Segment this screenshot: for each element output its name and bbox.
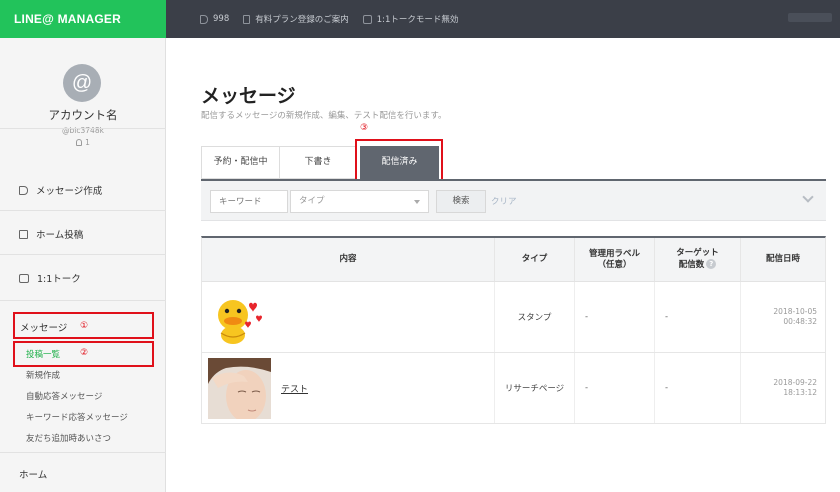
- sidebar-divider: [0, 128, 166, 129]
- expand-chevron-icon[interactable]: [802, 191, 814, 203]
- sidebar-item-label: 1:1トーク: [37, 274, 81, 285]
- sidebar-item-label: ホーム投稿: [36, 230, 84, 241]
- annotation-box-message: [13, 312, 154, 339]
- table-row[interactable]: テスト リサーチページ - - 2018-09-22 18:13:12: [202, 353, 825, 424]
- friend-count-value: 1: [85, 138, 90, 147]
- speaker-icon: [19, 185, 28, 195]
- annotation-box-post-list: [13, 341, 154, 367]
- document-icon: [243, 14, 251, 24]
- paid-plan-link[interactable]: 有料プラン登録のご案内: [243, 13, 349, 25]
- help-icon[interactable]: ?: [706, 259, 717, 269]
- content-title-link[interactable]: テスト: [281, 382, 308, 395]
- target-cell: -: [654, 282, 740, 352]
- column-header-label-line2: （任意）: [597, 259, 632, 270]
- chat-icon: [362, 14, 372, 24]
- sidebar: @ アカウント名 @bic3748k 1 メッセージ作成 ホーム投稿 1:1トー…: [0, 38, 166, 492]
- chevron-down-icon: [414, 200, 420, 204]
- woman-photo-image: [208, 357, 271, 419]
- column-header-content: 内容: [339, 254, 357, 265]
- search-button[interactable]: 検索: [436, 190, 486, 213]
- broadcast-count: 998: [213, 14, 230, 24]
- target-cell: -: [654, 353, 740, 423]
- message-table: 内容 タイプ 管理用ラベル （任意） ターゲット 配信数? 配信日時 スタンプ …: [201, 236, 826, 424]
- person-icon: [76, 139, 83, 146]
- annotation-marker-3: ③: [360, 123, 369, 133]
- broadcast-count-item[interactable]: 998: [200, 14, 229, 24]
- sidebar-sub-auto-reply[interactable]: 自動応答メッセージ: [26, 390, 102, 402]
- pen-icon: [19, 229, 28, 239]
- page-title: メッセージ: [201, 85, 296, 107]
- label-cell: -: [574, 353, 654, 423]
- column-header-type: タイプ: [494, 238, 574, 281]
- time-value: 00:48:32: [783, 317, 817, 326]
- column-header-target: ターゲット 配信数?: [654, 238, 740, 281]
- account-menu-blurred[interactable]: [788, 13, 832, 22]
- sidebar-divider: [0, 210, 166, 211]
- sidebar-item-create-message[interactable]: メッセージ作成: [19, 183, 102, 197]
- column-header-target-line1: ターゲット: [676, 248, 719, 259]
- date-cell: 2018-10-05 00:48:32: [740, 282, 825, 352]
- filter-bar: タイプ 検索 クリア: [201, 181, 826, 221]
- chat-icon: [19, 273, 29, 283]
- tab-drafts[interactable]: 下書き: [279, 146, 357, 179]
- column-header-date: 配信日時: [740, 238, 825, 281]
- date-value: 2018-09-22: [773, 378, 817, 388]
- table-row[interactable]: スタンプ - - 2018-10-05 00:48:32: [202, 282, 825, 353]
- tab-scheduled[interactable]: 予約・配信中: [201, 146, 280, 179]
- type-cell: スタンプ: [494, 282, 574, 352]
- top-bar: 998 有料プラン登録のご案内 1:1トークモード無効: [166, 0, 840, 38]
- sidebar-sub-new[interactable]: 新規作成: [26, 369, 60, 381]
- clear-link[interactable]: クリア: [491, 195, 517, 207]
- table-header: 内容 タイプ 管理用ラベル （任意） ターゲット 配信数? 配信日時: [202, 238, 825, 282]
- app-root: LINE@ MANAGER 998 有料プラン登録のご案内 1:1トークモード無…: [0, 0, 840, 492]
- sidebar-divider: [0, 300, 166, 301]
- sidebar-item-home-post[interactable]: ホーム投稿: [19, 227, 83, 241]
- sidebar-item-one-to-one-talk[interactable]: 1:1トーク: [19, 271, 81, 285]
- page-subtitle: 配信するメッセージの新規作成、編集、テスト配信を行います。: [201, 111, 447, 121]
- sidebar-sub-friend-greeting[interactable]: 友だち追加時あいさつ: [26, 432, 111, 444]
- sidebar-divider: [0, 254, 166, 255]
- avatar[interactable]: @: [63, 64, 101, 102]
- time-value: 18:13:12: [783, 388, 817, 397]
- image-thumbnail[interactable]: [208, 357, 271, 419]
- column-header-label: 管理用ラベル （任意）: [574, 238, 654, 281]
- label-cell: -: [574, 282, 654, 352]
- sidebar-item-label: ホーム: [19, 470, 48, 481]
- sidebar-sub-keyword-reply[interactable]: キーワード応答メッセージ: [26, 411, 128, 423]
- sidebar-divider: [0, 452, 166, 453]
- type-select[interactable]: タイプ: [290, 190, 429, 213]
- sticker-thumbnail[interactable]: [211, 289, 267, 345]
- sidebar-item-label: メッセージ作成: [36, 186, 103, 197]
- keyword-input[interactable]: [210, 190, 288, 213]
- brand-logo[interactable]: LINE@ MANAGER: [0, 0, 166, 38]
- date-cell: 2018-09-22 18:13:12: [740, 353, 825, 423]
- content-cell[interactable]: テスト: [202, 353, 494, 423]
- column-header-label-line1: 管理用ラベル: [588, 248, 640, 259]
- chat-mode-item[interactable]: 1:1トークモード無効: [362, 13, 459, 25]
- content-cell[interactable]: [202, 282, 494, 352]
- type-cell: リサーチページ: [494, 353, 574, 423]
- speaker-icon: [200, 14, 208, 24]
- account-name: アカウント名: [48, 108, 118, 122]
- type-select-value: タイプ: [299, 196, 325, 206]
- sidebar-item-home[interactable]: ホーム: [19, 467, 47, 481]
- column-header-target-line2: 配信数: [678, 260, 705, 270]
- chat-mode-label: 1:1トークモード無効: [376, 15, 459, 25]
- date-value: 2018-10-05: [773, 307, 817, 317]
- paid-plan-label: 有料プラン登録のご案内: [255, 15, 349, 25]
- column-header-target-line2-wrap: 配信数?: [679, 259, 717, 271]
- friend-count: 1: [0, 138, 166, 147]
